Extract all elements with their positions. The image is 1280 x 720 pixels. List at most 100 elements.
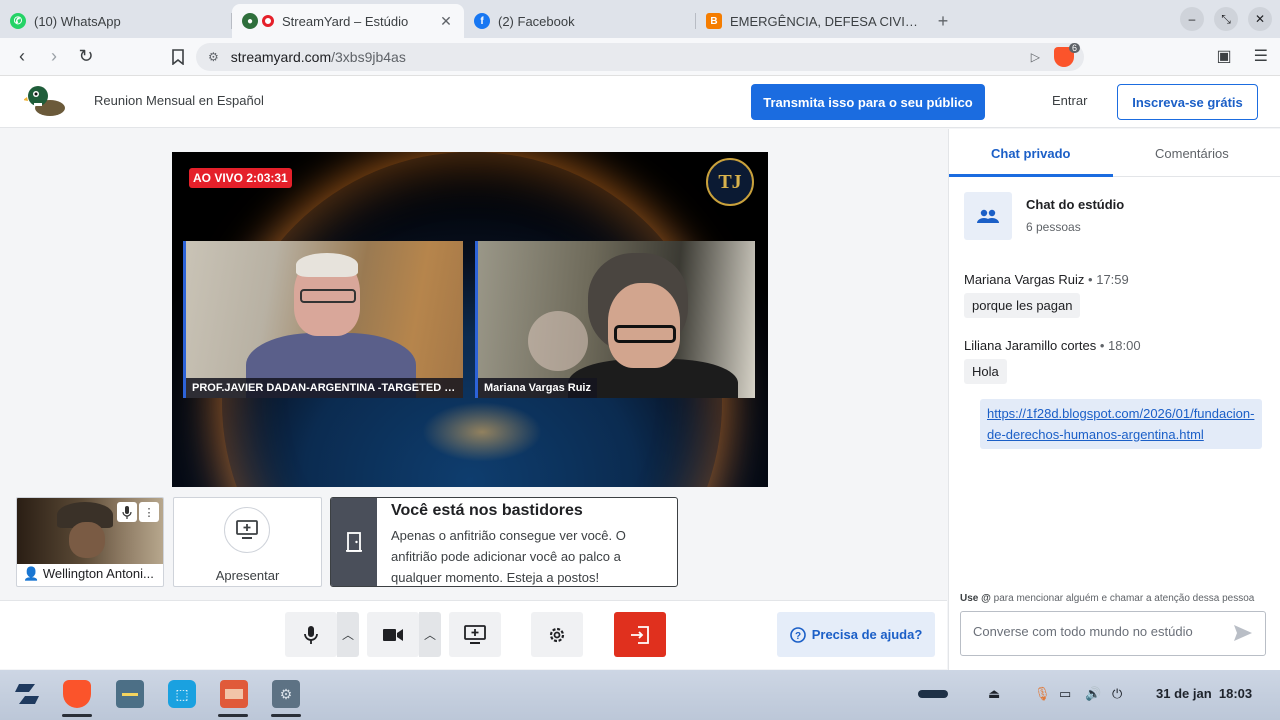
help-icon: ? xyxy=(789,626,806,643)
participant-tile[interactable]: Mariana Vargas Ruiz xyxy=(475,241,755,398)
clock[interactable]: 31 de jan 18:03 xyxy=(1156,686,1252,701)
present-label: Apresentar xyxy=(215,568,280,583)
help-label: Precisa de ajuda? xyxy=(811,627,923,642)
door-icon xyxy=(331,498,377,586)
tab-blogger[interactable]: B EMERGÊNCIA, DEFESA CIVIL, A xyxy=(696,4,928,38)
glasses xyxy=(300,289,356,303)
self-name: Wellington Antoni... xyxy=(42,566,154,581)
tab-private-chat[interactable]: Chat privado xyxy=(991,146,1070,161)
self-name-label: 👤 Wellington Antoni... xyxy=(23,566,159,582)
login-link[interactable]: Entrar xyxy=(1052,93,1087,108)
image-viewer-icon[interactable] xyxy=(220,680,248,708)
wallet-icon[interactable]: ▣ xyxy=(1217,46,1232,66)
microphone-icon xyxy=(122,505,132,519)
self-mic-button[interactable] xyxy=(117,502,137,522)
person-icon: 👤 xyxy=(23,566,40,581)
microphone-options-button[interactable]: ︿ xyxy=(337,612,359,657)
workspace-indicator[interactable] xyxy=(918,690,948,698)
tab-title: (10) WhatsApp xyxy=(34,13,121,29)
present-screen-icon xyxy=(224,507,270,553)
more-vertical-icon: ⋮ xyxy=(143,506,155,519)
microphone-button[interactable] xyxy=(285,612,337,657)
help-button[interactable]: ? Precisa de ajuda? xyxy=(777,612,935,657)
glasses xyxy=(614,325,676,343)
reload-button[interactable]: ↻ xyxy=(72,43,100,71)
close-tab-icon[interactable]: ✕ xyxy=(438,13,454,30)
studio-controls: ︿ ︿ ? Precisa de ajuda? xyxy=(0,600,947,669)
chat-panel: Chat privado Comentários Chat do estúdio… xyxy=(948,129,1280,670)
settings-app-icon[interactable]: ⚙ xyxy=(272,680,300,708)
participant-name: Mariana Vargas Ruiz xyxy=(478,378,597,398)
city-lights xyxy=(422,402,542,462)
signup-button[interactable]: Inscreva-se grátis xyxy=(1117,84,1258,120)
present-button[interactable]: Apresentar xyxy=(173,497,322,587)
share-screen-button[interactable] xyxy=(449,612,501,657)
message-time: 17:59 xyxy=(1096,272,1129,287)
chat-input[interactable] xyxy=(973,624,1223,639)
self-preview-tile[interactable]: ⋮ 👤 Wellington Antoni... xyxy=(16,497,164,587)
site-settings-icon[interactable]: ⚙ xyxy=(208,50,219,64)
tab-facebook[interactable]: f (2) Facebook xyxy=(464,4,696,38)
chevron-up-icon: ︿ xyxy=(341,628,354,642)
zorin-menu-icon[interactable] xyxy=(13,680,41,708)
minimize-button[interactable]: – xyxy=(1180,7,1204,31)
bookmark-button[interactable] xyxy=(164,43,192,71)
share-icon[interactable]: ▷ xyxy=(1031,50,1040,64)
tab-title: EMERGÊNCIA, DEFESA CIVIL, A xyxy=(730,13,918,29)
message-time: 18:00 xyxy=(1108,338,1141,353)
stream-canvas: AO VIVO 2:03:31 TJ PROF.JAVIER DADAN-ARG… xyxy=(172,152,768,487)
browser-tab-bar: ✆ (10) WhatsApp ● StreamYard – Estúdio ✕… xyxy=(0,0,1280,38)
participant-tile[interactable]: PROF.JAVIER DADAN-ARGENTINA -TARGETED JU… xyxy=(183,241,463,398)
url-path: /3xbs9jb4as xyxy=(331,49,406,65)
forward-button[interactable]: › xyxy=(40,43,68,71)
participant-hand xyxy=(528,311,588,371)
files-icon[interactable] xyxy=(116,680,144,708)
mention-hint-key: Use @ xyxy=(960,593,991,604)
screen-icon[interactable]: ▭ xyxy=(1059,686,1071,702)
software-store-icon[interactable]: ⬚ xyxy=(168,680,196,708)
whatsapp-icon: ✆ xyxy=(10,13,26,29)
svg-text:?: ? xyxy=(795,631,801,642)
window-controls: – ⤡ ✕ xyxy=(1180,7,1272,31)
chat-tabs: Chat privado Comentários xyxy=(949,129,1280,177)
message-header: Liliana Jaramillo cortes • 18:00 xyxy=(964,338,1141,353)
back-button[interactable]: ‹ xyxy=(8,43,36,71)
active-tab-indicator xyxy=(949,174,1113,177)
tab-title: StreamYard – Estúdio xyxy=(282,13,409,29)
facebook-icon: f xyxy=(474,13,490,29)
targeted-justice-logo: TJ xyxy=(706,158,754,206)
message-link[interactable]: https://1f28d.blogspot.com/2026/01/funda… xyxy=(980,399,1262,449)
broadcast-button[interactable]: Transmita isso para o seu público xyxy=(751,84,985,120)
backstage-text: Apenas o anfitrião consegue ver você. O … xyxy=(391,528,626,585)
browser-toolbar: ‹ › ↻ ⚙ streamyard.com /3xbs9jb4as ▷ 6 ▣… xyxy=(0,38,1280,76)
tab-whatsapp[interactable]: ✆ (10) WhatsApp xyxy=(0,4,232,38)
tab-streamyard[interactable]: ● StreamYard – Estúdio ✕ xyxy=(232,4,464,38)
leave-studio-button[interactable] xyxy=(614,612,666,657)
eject-icon[interactable]: ⏏ xyxy=(988,686,1000,702)
menu-icon[interactable]: ☰ xyxy=(1254,46,1268,66)
toolbar-right: ▣ ☰ xyxy=(1217,46,1268,66)
camera-options-button[interactable]: ︿ xyxy=(419,612,441,657)
recording-icon xyxy=(262,15,274,27)
camera-button[interactable] xyxy=(367,612,419,657)
shields-count: 6 xyxy=(1068,43,1080,53)
restore-button[interactable]: ⤡ xyxy=(1214,7,1238,31)
power-icon[interactable]: ⏻ xyxy=(1112,686,1122,702)
tab-title: (2) Facebook xyxy=(498,13,575,29)
settings-button[interactable] xyxy=(531,612,583,657)
self-more-options-button[interactable]: ⋮ xyxy=(139,502,159,522)
volume-icon[interactable]: 🔊 xyxy=(1085,686,1101,702)
message-bubble: porque les pagan xyxy=(964,293,1081,318)
microphone-tray-icon[interactable]: 🎙 xyxy=(1034,686,1051,702)
address-bar[interactable]: ⚙ streamyard.com /3xbs9jb4as ▷ 6 xyxy=(196,43,1084,71)
chat-input-box[interactable] xyxy=(960,611,1266,656)
new-tab-button[interactable]: + xyxy=(928,4,958,38)
stage-area: AO VIVO 2:03:31 TJ PROF.JAVIER DADAN-ARG… xyxy=(0,129,947,600)
message-header: Mariana Vargas Ruiz • 17:59 xyxy=(964,272,1129,287)
brave-browser-icon[interactable] xyxy=(63,680,91,708)
tab-comments[interactable]: Comentários xyxy=(1155,146,1229,161)
send-icon[interactable] xyxy=(1233,624,1253,642)
close-window-button[interactable]: ✕ xyxy=(1248,7,1272,31)
exit-icon xyxy=(631,625,649,644)
running-indicator xyxy=(62,714,92,717)
